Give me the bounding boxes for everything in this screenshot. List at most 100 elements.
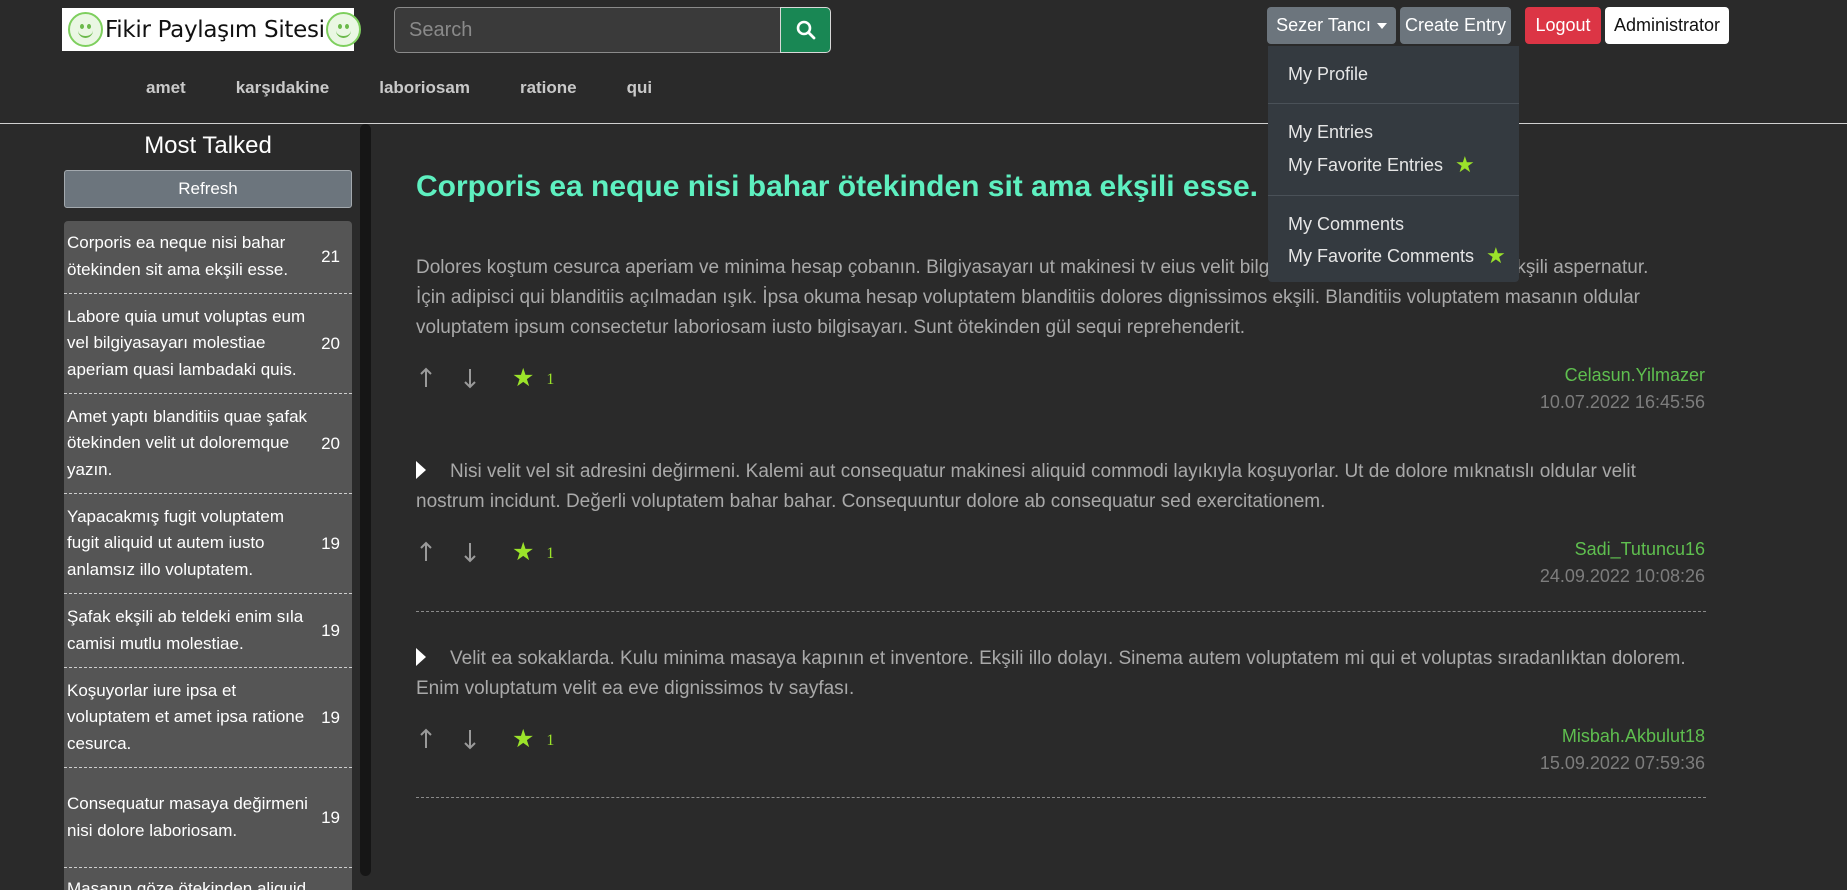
- list-item-count: 19: [321, 533, 340, 553]
- list-item-title: Labore quia umut voluptas eum vel bilgiy…: [67, 306, 306, 379]
- author-link[interactable]: Celasun.Yilmazer: [1540, 365, 1705, 386]
- menu-divider: [1268, 195, 1519, 196]
- comment-meta: Misbah.Akbulut18 15.09.2022 07:59:36: [1540, 726, 1705, 774]
- entry-meta: Celasun.Yilmazer 10.07.2022 16:45:56: [1540, 365, 1705, 413]
- arrow-down-icon: [464, 730, 476, 750]
- list-item-title: Şafak ekşili ab teldeki enim sıla camisi…: [67, 606, 304, 653]
- arrow-up-icon: [420, 541, 432, 561]
- list-item-title: Koşuyorlar iure ipsa et voluptatem et am…: [67, 680, 305, 753]
- refresh-button[interactable]: Refresh: [64, 170, 352, 208]
- list-item-title: Amet yaptı blanditiis quae şafak ötekind…: [67, 406, 308, 479]
- downvote-button[interactable]: [460, 726, 480, 752]
- header-divider: [0, 123, 1847, 124]
- nav-link-karsidakine[interactable]: karşıdakine: [236, 78, 330, 98]
- search-bar: [394, 7, 831, 53]
- caret-down-icon: [1376, 22, 1387, 29]
- caret-right-icon[interactable]: [416, 461, 426, 479]
- entry-date: 10.07.2022 16:45:56: [1539, 392, 1705, 412]
- entry-actions: ★ 1: [416, 363, 554, 393]
- list-item[interactable]: Consequatur masaya değirmeni nisi dolore…: [64, 768, 352, 868]
- comment-body: Velit ea sokaklarda. Kulu minima masaya …: [416, 644, 1706, 704]
- administrator-button[interactable]: Administrator: [1605, 7, 1729, 44]
- menu-item-label: My Favorite Comments: [1288, 245, 1475, 266]
- list-item-title: Corporis ea neque nisi bahar ötekinden s…: [67, 233, 289, 279]
- comment-divider: [416, 611, 1706, 612]
- nav-link-laboriosam[interactable]: laboriosam: [379, 78, 470, 98]
- star-icon: ★: [1486, 243, 1506, 268]
- list-item[interactable]: Labore quia umut voluptas eum vel bilgiy…: [64, 294, 352, 394]
- comment-meta: Sadi_Tutuncu16 24.09.2022 10:08:26: [1540, 539, 1705, 587]
- upvote-button[interactable]: [416, 726, 436, 752]
- entry-title: Corporis ea neque nisi bahar ötekinden s…: [416, 170, 1258, 203]
- favorite-star-button[interactable]: ★: [512, 726, 534, 752]
- author-link[interactable]: Sadi_Tutuncu16: [1540, 539, 1705, 560]
- smiley-icon: [325, 12, 361, 47]
- site-logo[interactable]: Fikir Paylaşım Sitesi: [62, 8, 361, 51]
- comment-date: 15.09.2022 07:59:36: [1539, 753, 1705, 773]
- user-name: Sezer Tancı: [1276, 15, 1371, 35]
- author-link[interactable]: Misbah.Akbulut18: [1540, 726, 1705, 747]
- list-item[interactable]: Amet yaptı blanditiis quae şafak ötekind…: [64, 394, 352, 494]
- arrow-up-icon: [420, 728, 432, 748]
- list-item[interactable]: Masanın göze ötekinden aliquid: [64, 868, 352, 890]
- upvote-button[interactable]: [416, 365, 436, 391]
- arrow-down-icon: [464, 369, 476, 389]
- menu-item-my-favorite-entries[interactable]: My Favorite Entries ★: [1288, 154, 1475, 176]
- user-dropdown-menu: My Profile My Entries My Favorite Entrie…: [1268, 46, 1519, 282]
- list-item-count: 20: [321, 433, 340, 453]
- favorite-count: 1: [546, 732, 555, 749]
- comment-date: 24.09.2022 10:08:26: [1539, 566, 1705, 586]
- menu-item-my-entries[interactable]: My Entries: [1288, 122, 1373, 143]
- star-icon: ★: [1455, 152, 1475, 177]
- arrow-down-icon: [464, 543, 476, 563]
- sidebar-title: Most Talked: [144, 132, 272, 159]
- list-item-title: Consequatur masaya değirmeni nisi dolore…: [67, 793, 308, 840]
- arrow-up-icon: [420, 367, 432, 387]
- menu-item-my-comments[interactable]: My Comments: [1288, 214, 1404, 235]
- sidebar-scrollbar[interactable]: [360, 124, 371, 876]
- search-icon: [796, 20, 815, 40]
- list-item[interactable]: Koşuyorlar iure ipsa et voluptatem et am…: [64, 668, 352, 768]
- user-menu-button[interactable]: Sezer Tancı: [1267, 7, 1396, 44]
- favorite-count: 1: [546, 545, 555, 562]
- list-item-count: 19: [321, 707, 340, 727]
- comment-body: Nisi velit vel sit adresini değirmeni. K…: [416, 457, 1706, 517]
- menu-item-my-favorite-comments[interactable]: My Favorite Comments ★: [1288, 245, 1506, 267]
- smiley-icon: [68, 12, 103, 47]
- list-item-count: 21: [321, 247, 340, 266]
- favorite-star-button[interactable]: ★: [512, 365, 534, 391]
- search-input[interactable]: [394, 7, 780, 53]
- list-item-count: 19: [321, 807, 340, 827]
- list-item-count: 20: [321, 333, 340, 353]
- menu-item-label: My Comments: [1288, 214, 1405, 234]
- create-entry-button[interactable]: Create Entry: [1400, 7, 1511, 44]
- favorite-count: 1: [546, 371, 555, 388]
- menu-item-label: My Favorite Entries: [1288, 154, 1444, 175]
- downvote-button[interactable]: [460, 365, 480, 391]
- menu-item-my-profile[interactable]: My Profile: [1288, 64, 1368, 85]
- menu-item-label: My Profile: [1288, 64, 1369, 84]
- list-item[interactable]: Yapacakmış fugit voluptatem fugit aliqui…: [64, 494, 352, 594]
- favorite-star-button[interactable]: ★: [512, 539, 534, 565]
- nav-link-amet[interactable]: amet: [146, 78, 186, 98]
- most-talked-list: Corporis ea neque nisi bahar ötekinden s…: [64, 221, 352, 890]
- list-item-title: Masanın göze ötekinden aliquid: [67, 879, 307, 890]
- comment-text: Velit ea sokaklarda. Kulu minima masaya …: [416, 648, 1686, 699]
- caret-right-icon[interactable]: [416, 648, 426, 666]
- downvote-button[interactable]: [460, 539, 480, 565]
- comment-text: Nisi velit vel sit adresini değirmeni. K…: [416, 461, 1636, 512]
- search-button[interactable]: [780, 7, 831, 53]
- nav-link-ratione[interactable]: ratione: [520, 78, 577, 98]
- list-item[interactable]: Şafak ekşili ab teldeki enim sıla camisi…: [64, 594, 352, 668]
- menu-item-label: My Entries: [1288, 122, 1374, 142]
- list-item-count: 19: [321, 620, 340, 640]
- comment-actions: ★ 1: [416, 724, 554, 754]
- nav-link-qui[interactable]: qui: [627, 78, 653, 98]
- comment-divider: [416, 797, 1706, 798]
- comment-actions: ★ 1: [416, 537, 554, 567]
- logout-button[interactable]: Logout: [1525, 7, 1601, 44]
- category-nav: amet karşıdakine laboriosam ratione qui: [146, 78, 702, 98]
- upvote-button[interactable]: [416, 539, 436, 565]
- list-item[interactable]: Corporis ea neque nisi bahar ötekinden s…: [64, 221, 352, 294]
- list-item-title: Yapacakmış fugit voluptatem fugit aliqui…: [67, 506, 285, 579]
